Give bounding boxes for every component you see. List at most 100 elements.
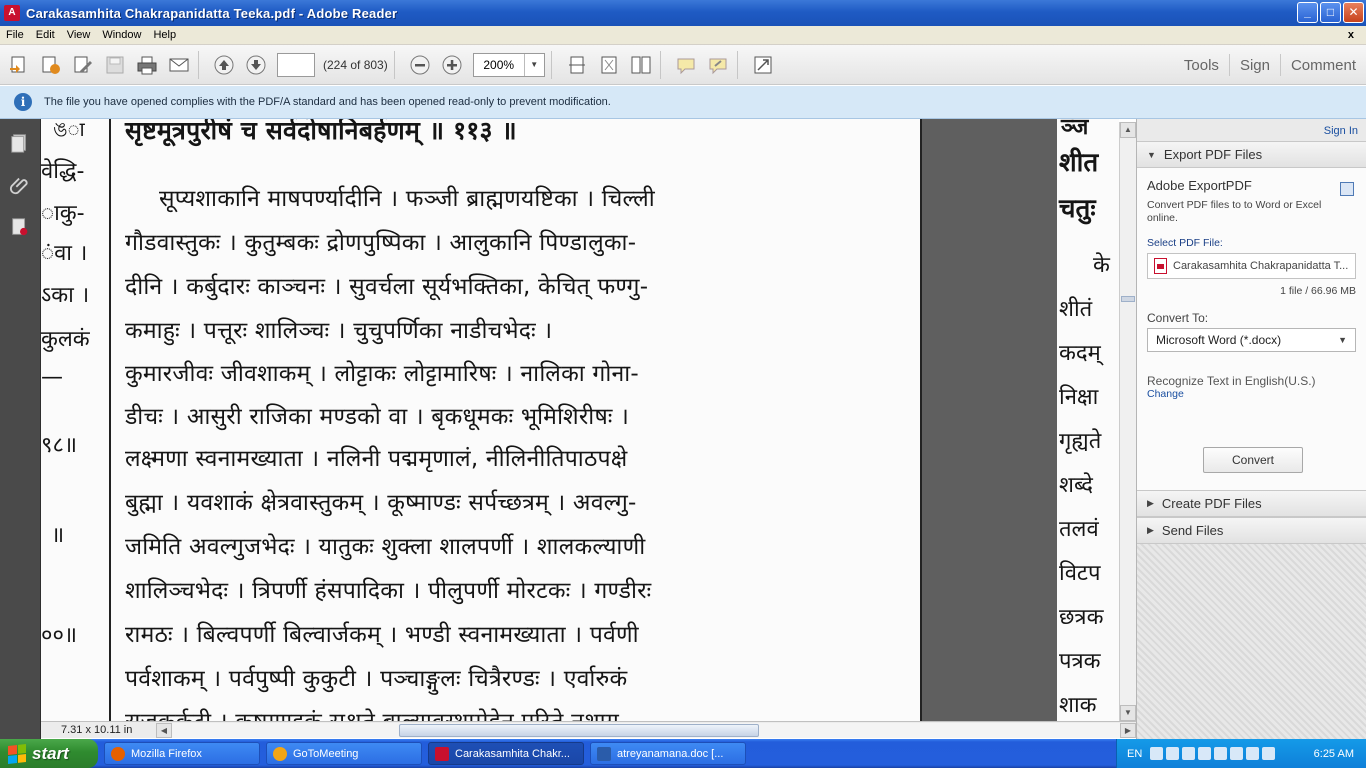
- safely-remove-icon[interactable]: [1262, 747, 1276, 760]
- combine-files-icon[interactable]: [38, 52, 64, 78]
- close-button[interactable]: ✕: [1343, 2, 1364, 23]
- email-icon[interactable]: [166, 52, 192, 78]
- tools-link[interactable]: Tools: [1174, 57, 1229, 74]
- collapsed-triangle-icon: ▶: [1147, 498, 1154, 508]
- full-screen-icon[interactable]: [750, 52, 776, 78]
- export-info-icon[interactable]: [1340, 182, 1354, 196]
- highlight-icon[interactable]: [705, 52, 731, 78]
- taskbar-item-gotomeeting[interactable]: GoToMeeting: [266, 742, 422, 765]
- attachments-icon[interactable]: [8, 173, 32, 197]
- display-icon[interactable]: [1246, 747, 1260, 760]
- margin-text: ऽका ।: [41, 283, 90, 308]
- menu-view[interactable]: View: [61, 29, 97, 41]
- taskbar-item-word[interactable]: atreyanamana.doc [...: [590, 742, 746, 765]
- margin-text: —: [41, 365, 63, 390]
- margin-text: ाकु-: [41, 201, 85, 226]
- right-page-text: के: [1093, 253, 1110, 278]
- security-icon[interactable]: [1182, 747, 1196, 760]
- scroll-up-icon[interactable]: ▲: [1120, 122, 1136, 138]
- edit-icon[interactable]: [70, 52, 96, 78]
- section-title: Create PDF Files: [1161, 496, 1262, 511]
- scroll-left-icon[interactable]: ◀: [156, 722, 172, 738]
- taskbar: start Mozilla Firefox GoToMeeting Caraka…: [0, 739, 1366, 768]
- tools-pane: Sign In ▼ Export PDF Files Adobe ExportP…: [1136, 119, 1366, 739]
- volume-icon[interactable]: [1166, 747, 1180, 760]
- right-page-text: गृह्यते: [1059, 429, 1102, 454]
- menu-edit[interactable]: Edit: [30, 29, 61, 41]
- text-line: रामठः । बिल्वपर्णी बिल्वार्जकम् । भण्डी …: [125, 622, 639, 648]
- menu-file[interactable]: File: [0, 29, 30, 41]
- antivirus-icon[interactable]: [1230, 747, 1244, 760]
- right-page-text: ञ्ज: [1061, 119, 1089, 140]
- right-page-text: शीत: [1059, 148, 1099, 178]
- next-page-icon[interactable]: [243, 52, 269, 78]
- menu-bar: File Edit View Window Help x: [0, 26, 1366, 45]
- sign-link[interactable]: Sign: [1230, 57, 1280, 74]
- sign-in-link[interactable]: Sign In: [1137, 119, 1366, 141]
- close-document-button[interactable]: x: [1342, 29, 1360, 41]
- messenger-icon[interactable]: [1214, 747, 1228, 760]
- scroll-down-icon[interactable]: ▼: [1120, 705, 1136, 721]
- next-pdf-page: ञ्ज शीत चतुः के शीतं कदम् निक्षा गृह्यते…: [1057, 119, 1119, 721]
- vertical-scrollbar[interactable]: ▲ ▼: [1119, 122, 1136, 721]
- section-title: Send Files: [1161, 523, 1224, 538]
- toolbar-divider: [393, 50, 395, 79]
- zoom-value[interactable]: 200%: [474, 54, 524, 76]
- toolbar: (224 of 803) 200% ▼ Tools Sign Comment: [0, 45, 1366, 85]
- export-pdf-section-header[interactable]: ▼ Export PDF Files: [1137, 141, 1366, 168]
- signatures-icon[interactable]: [8, 215, 32, 239]
- vertical-scroll-thumb[interactable]: [1121, 296, 1135, 302]
- page-edge-line: [920, 119, 922, 721]
- document-view[interactable]: ঙा वेद्धि- ाकु- ंवा । ऽका । कुलकं — ९८॥ …: [41, 119, 1119, 721]
- toolbar-right-links: Tools Sign Comment: [1174, 45, 1366, 85]
- task-label: GoToMeeting: [293, 747, 359, 760]
- scroll-right-icon[interactable]: ▶: [1120, 722, 1136, 738]
- menu-help[interactable]: Help: [147, 29, 182, 41]
- print-icon[interactable]: [134, 52, 160, 78]
- zoom-in-icon[interactable]: [439, 52, 465, 78]
- zoom-select[interactable]: 200% ▼: [472, 52, 545, 77]
- previous-page-icon[interactable]: [211, 52, 237, 78]
- text-line: राजकर्कटी । कूष्माण्डकं सश्रुते बाल्यावस…: [125, 704, 619, 721]
- page-thumbnails-icon[interactable]: [8, 131, 32, 155]
- send-files-section-header[interactable]: ▶ Send Files: [1137, 517, 1366, 544]
- fit-page-icon[interactable]: [596, 52, 622, 78]
- horizontal-scroll-thumb[interactable]: [399, 723, 759, 737]
- taskbar-item-firefox[interactable]: Mozilla Firefox: [104, 742, 260, 765]
- network-icon[interactable]: [1150, 747, 1164, 760]
- create-pdf-icon[interactable]: [6, 52, 32, 78]
- language-indicator[interactable]: EN: [1127, 748, 1142, 760]
- update-icon[interactable]: [1198, 747, 1212, 760]
- horizontal-scrollbar[interactable]: [172, 722, 1120, 738]
- panel-empty-area: [1137, 544, 1366, 739]
- heading-line: सृष्टमूत्रपुरीषं च सर्वदोषानिबर्हणम् ॥ १…: [125, 119, 517, 145]
- page-margin: [765, 119, 921, 721]
- minimize-button[interactable]: _: [1297, 2, 1318, 23]
- taskbar-item-adobe-reader[interactable]: Carakasamhita Chakr...: [428, 742, 584, 765]
- maximize-button[interactable]: □: [1320, 2, 1341, 23]
- convert-button[interactable]: Convert: [1203, 447, 1303, 473]
- collapsed-triangle-icon: ▶: [1147, 525, 1154, 535]
- selected-file-field[interactable]: Carakasamhita Chakrapanidatta T...: [1147, 253, 1356, 279]
- two-page-view-icon[interactable]: [628, 52, 654, 78]
- create-pdf-section-header[interactable]: ▶ Create PDF Files: [1137, 490, 1366, 517]
- navigation-pane: [0, 119, 41, 739]
- zoom-out-icon[interactable]: [407, 52, 433, 78]
- save-icon[interactable]: [102, 52, 128, 78]
- menu-window[interactable]: Window: [96, 29, 147, 41]
- page-number-input[interactable]: [277, 52, 315, 77]
- firefox-icon: [111, 746, 125, 761]
- comment-link[interactable]: Comment: [1281, 57, 1366, 74]
- change-link[interactable]: Change: [1147, 388, 1356, 400]
- convert-to-select[interactable]: Microsoft Word (*.docx) ▼: [1147, 328, 1356, 352]
- clock[interactable]: 6:25 AM: [1314, 748, 1354, 760]
- info-message: The file you have opened complies with t…: [44, 96, 611, 108]
- pdfa-info-bar: i The file you have opened complies with…: [0, 86, 1366, 119]
- comment-icon[interactable]: [673, 52, 699, 78]
- fit-width-icon[interactable]: [564, 52, 590, 78]
- recognize-text-label: Recognize Text in English(U.S.): [1147, 374, 1316, 388]
- chevron-down-icon[interactable]: ▼: [523, 53, 544, 76]
- start-button[interactable]: start: [0, 739, 98, 768]
- margin-text: कुलकं: [41, 327, 90, 352]
- margin-text: ००॥: [41, 623, 78, 648]
